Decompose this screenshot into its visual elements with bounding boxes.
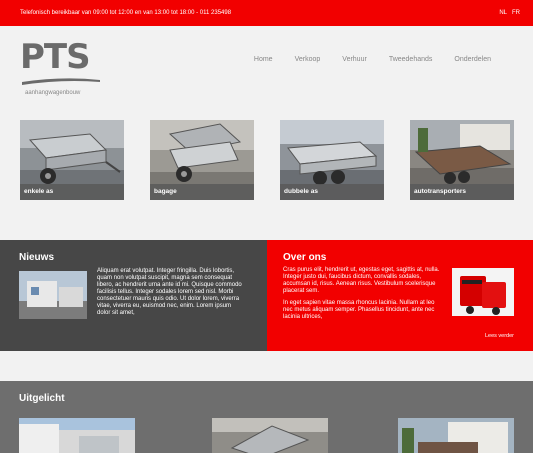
news-text: Aliquam erat volutpat. Integer fringilla…	[97, 268, 242, 316]
logo-tagline: aanhangwagenbouw	[25, 90, 81, 96]
featured-item-photo[interactable]	[212, 418, 328, 453]
category-tiles: enkele as bagage dubbele as autotranspor…	[20, 120, 514, 200]
logo-text: PTS	[20, 37, 91, 77]
about-text: Cras purus elit, hendrerit ut, egestas e…	[283, 267, 443, 321]
category-tile-dubbele-as[interactable]: dubbele as	[280, 120, 384, 200]
featured-item-photo[interactable]	[19, 418, 135, 453]
about-paragraph: In eget sapien vitae massa rhoncus lacin…	[283, 300, 435, 320]
category-label: bagage	[150, 184, 254, 200]
language-fr-link[interactable]: FR	[512, 10, 520, 16]
category-tile-bagage[interactable]: bagage	[150, 120, 254, 200]
category-label: dubbele as	[280, 184, 384, 200]
about-section: Over ons Cras purus elit, hendrerit ut, …	[267, 240, 533, 351]
nav-item-verkoop[interactable]: Verkoop	[295, 56, 321, 63]
news-title: Nieuws	[19, 252, 55, 263]
language-nl-link[interactable]: NL	[499, 10, 507, 16]
category-tile-enkele-as[interactable]: enkele as	[20, 120, 124, 200]
about-title: Over ons	[283, 252, 327, 263]
featured-section: Uitgelicht	[0, 381, 533, 453]
featured-title: Uitgelicht	[19, 393, 65, 404]
read-more-link[interactable]: Lees verder	[485, 333, 514, 339]
category-label: enkele as	[20, 184, 124, 200]
nav-item-home[interactable]: Home	[254, 56, 273, 63]
about-paragraph: Cras purus elit, hendrerit ut, egestas e…	[283, 267, 440, 294]
top-bar: Telefonisch bereikbaar van 09:00 tot 12:…	[0, 0, 533, 26]
site-header: PTS aanhangwagenbouw Home Verkoop Verhuu…	[0, 26, 533, 106]
logo[interactable]: PTS aanhangwagenbouw	[20, 40, 100, 100]
news-section: Nieuws Aliquam erat volutpat. Integer fr…	[0, 240, 267, 351]
category-label: autotransporters	[410, 184, 514, 200]
news-photo[interactable]	[19, 271, 87, 319]
nav-item-verhuur[interactable]: Verhuur	[342, 56, 367, 63]
nav-item-onderdelen[interactable]: Onderdelen	[454, 56, 491, 63]
featured-item-photo[interactable]	[398, 418, 514, 453]
nav-item-tweedehands[interactable]: Tweedehands	[389, 56, 433, 63]
logo-swoosh-icon	[22, 78, 100, 85]
about-photo	[452, 268, 514, 316]
main-nav: Home Verkoop Verhuur Tweedehands Onderde…	[254, 56, 491, 63]
contact-info: Telefonisch bereikbaar van 09:00 tot 12:…	[20, 10, 232, 16]
language-switcher: NL FR	[499, 10, 520, 16]
category-tile-autotransporters[interactable]: autotransporters	[410, 120, 514, 200]
